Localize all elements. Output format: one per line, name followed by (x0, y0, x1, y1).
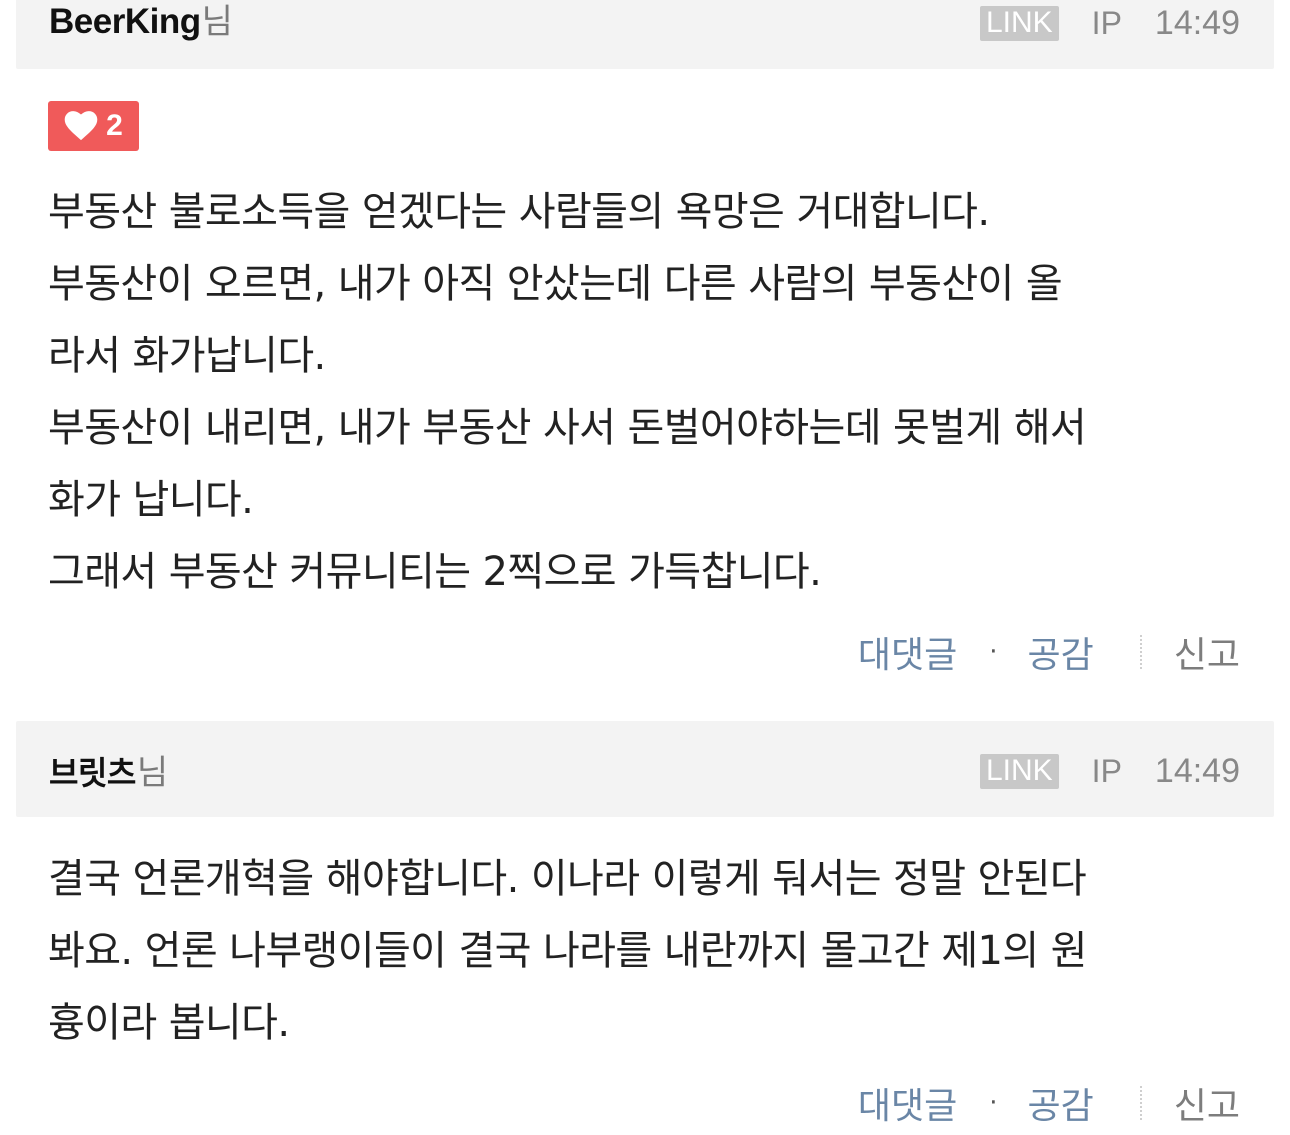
timestamp: 14:49 (1154, 4, 1240, 42)
author-suffix: 님 (136, 753, 169, 793)
comment-actions: 대댓글 · 공감 신고 (858, 626, 1240, 678)
divider (1139, 1086, 1142, 1120)
ip-label: IP (1091, 5, 1122, 41)
timestamp: 14:49 (1154, 752, 1240, 790)
like-count: 2 (106, 109, 123, 142)
comment-body: 결국 언론개혁을 해야합니다. 이나라 이렇게 둬서는 정말 안된다 봐요. 언… (48, 843, 1258, 1059)
dot-separator: · (989, 637, 998, 667)
reply-button[interactable]: 대댓글 (858, 1077, 957, 1129)
comment-body-line: 부동산이 내리면, 내가 부동산 사서 돈벌어야하는데 못벌게 해서 (48, 405, 1087, 451)
comment-body-line: 결국 언론개혁을 해야합니다. 이나라 이렇게 둬서는 정말 안된다 (48, 856, 1087, 902)
author-suffix: 님 (201, 2, 233, 42)
comment-body-line: 흉이라 봅니다. (48, 1000, 290, 1046)
comment-body: 부동산 불로소득을 얻겠다는 사람들의 욕망은 거대합니다. 부동산이 오르면,… (48, 176, 1258, 608)
comment-body-line: 화가 납니다. (48, 477, 254, 523)
author-name[interactable]: 브릿츠 (49, 748, 136, 794)
report-button[interactable]: 신고 (1174, 626, 1240, 678)
like-badge[interactable]: 2 (48, 101, 139, 151)
link-button[interactable]: LINK (979, 6, 1059, 41)
comment-body-line: 그래서 부동산 커뮤니티는 2찍으로 가득찹니다. (48, 549, 822, 595)
author: 브릿츠 님 (49, 745, 168, 794)
heart-icon (64, 111, 98, 141)
ip-label: IP (1091, 753, 1122, 789)
reply-button[interactable]: 대댓글 (858, 626, 957, 678)
author: BeerKing 님 (49, 0, 233, 43)
agree-button[interactable]: 공감 (1028, 1077, 1094, 1129)
comment-header: BeerKing 님 LINK IP 14:49 (16, 0, 1274, 69)
agree-button[interactable]: 공감 (1028, 626, 1094, 678)
comment-body-line: 라서 화가납니다. (48, 333, 326, 379)
comment-meta: LINK IP 14:49 (979, 4, 1240, 43)
report-button[interactable]: 신고 (1174, 1077, 1240, 1129)
comment-header: 브릿츠 님 LINK IP 14:49 (16, 721, 1274, 817)
comment-body-line: 봐요. 언론 나부랭이들이 결국 나라를 내란까지 몰고간 제1의 원 (48, 928, 1087, 974)
divider (1139, 635, 1142, 669)
author-name[interactable]: BeerKing (49, 2, 201, 42)
comment-body-line: 부동산이 오르면, 내가 아직 안샀는데 다른 사람의 부동산이 올 (48, 261, 1063, 307)
comment-meta: LINK IP 14:49 (979, 752, 1240, 791)
link-button[interactable]: LINK (979, 754, 1059, 789)
dot-separator: · (989, 1088, 998, 1118)
comment-actions: 대댓글 · 공감 신고 (858, 1077, 1240, 1129)
comment-body-line: 부동산 불로소득을 얻겠다는 사람들의 욕망은 거대합니다. (48, 189, 990, 235)
